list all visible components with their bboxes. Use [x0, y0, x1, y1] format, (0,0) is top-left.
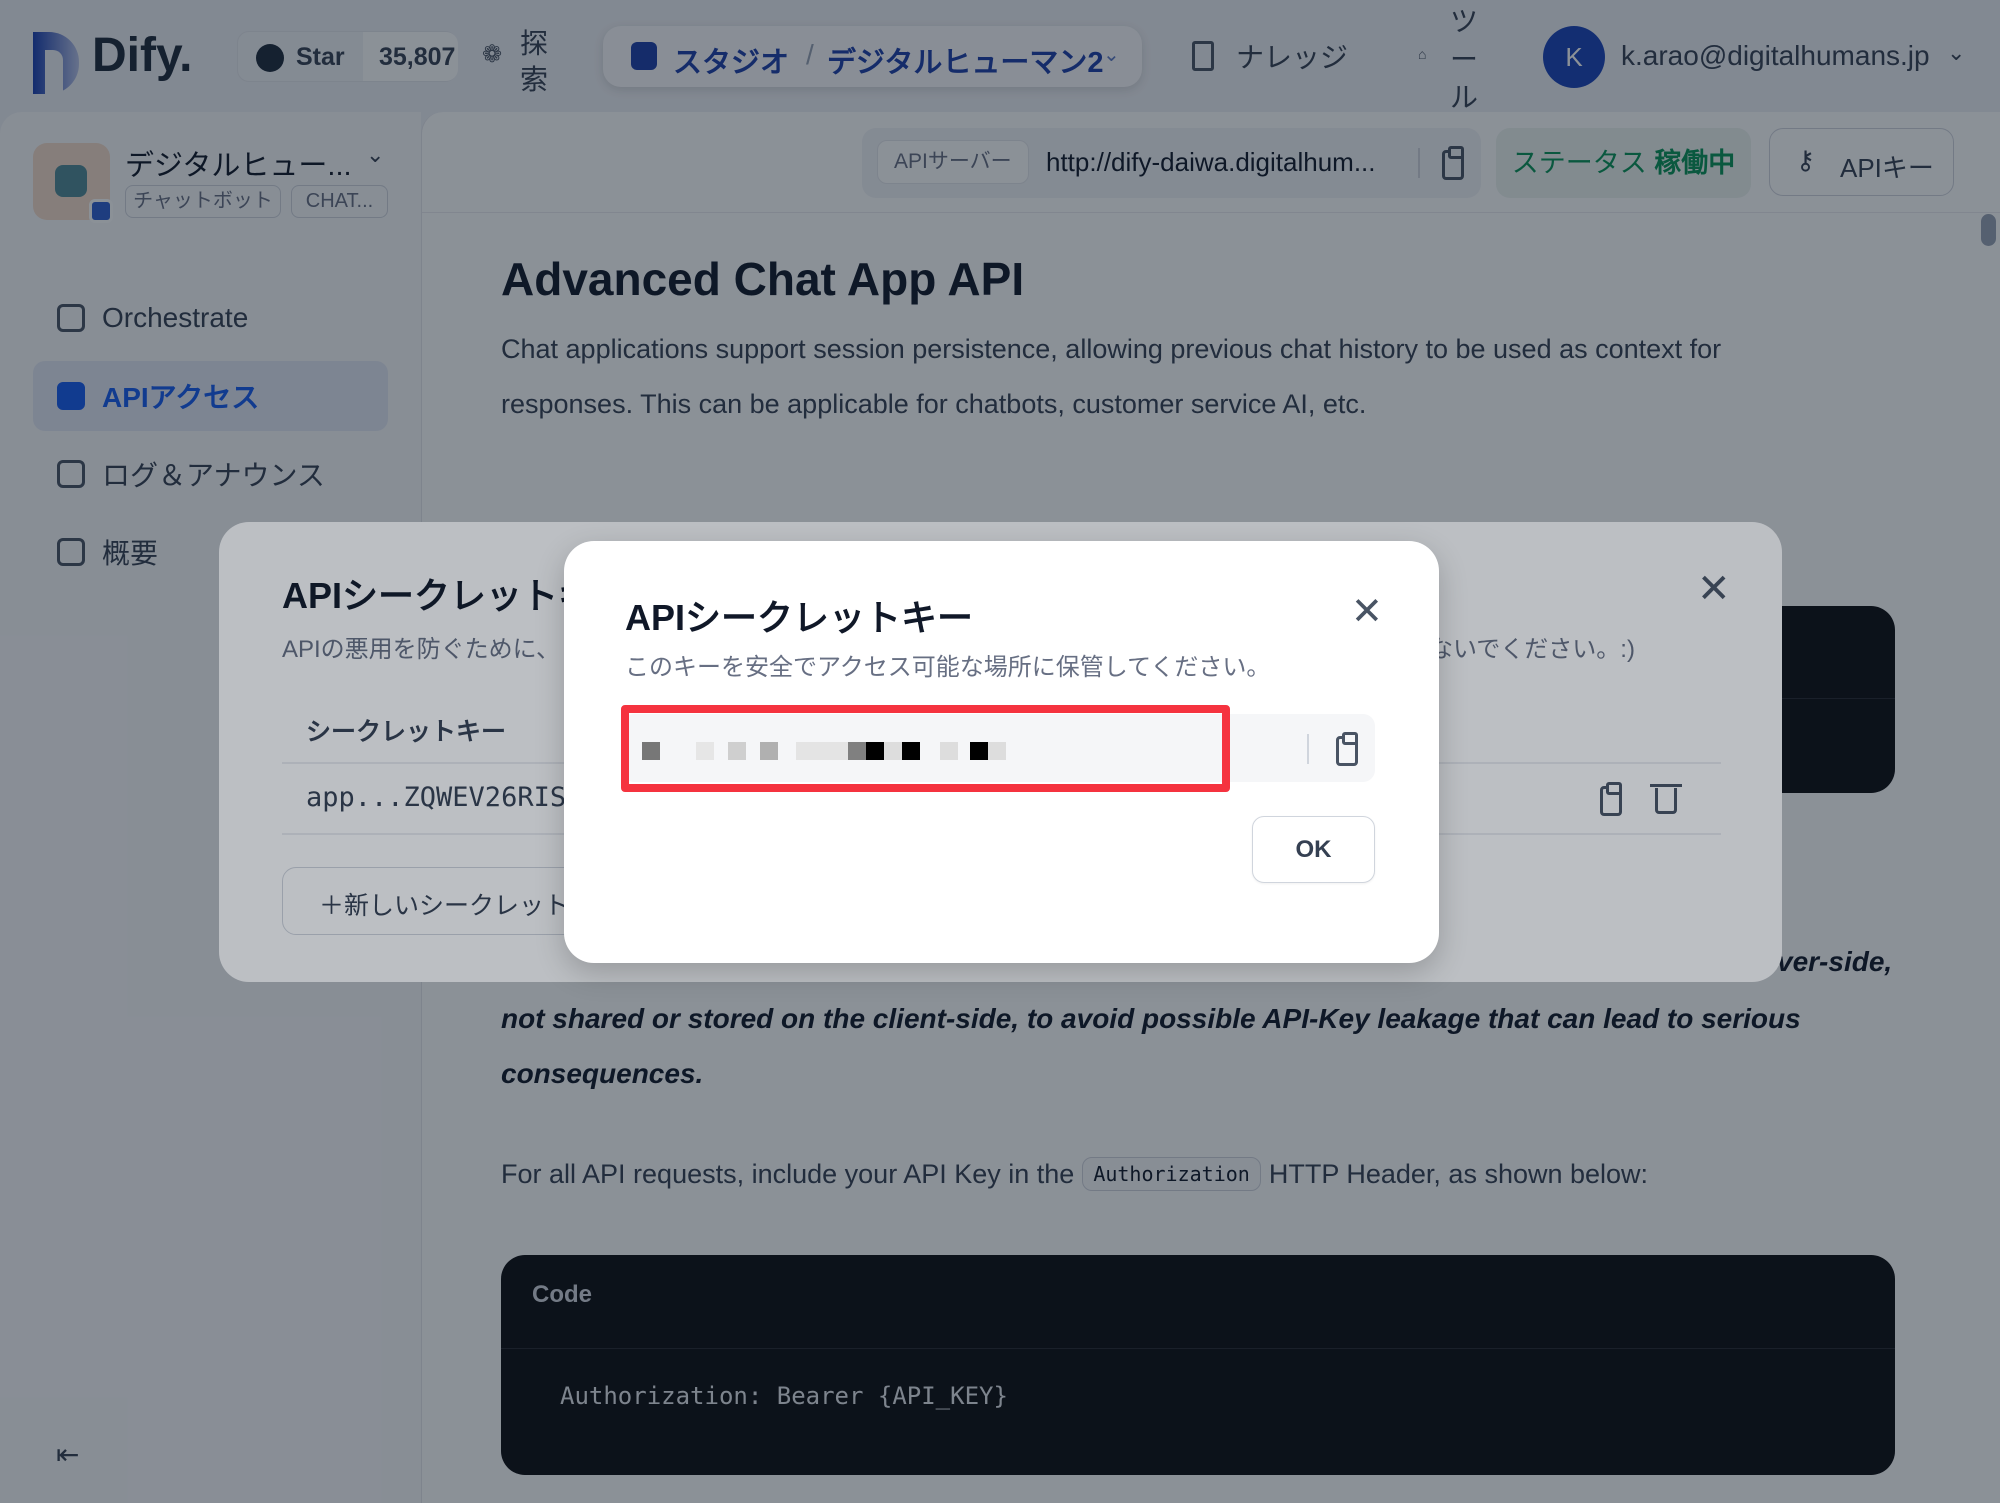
key-highlight-box — [621, 705, 1230, 792]
copy-icon[interactable] — [1336, 732, 1358, 766]
modal-title: APIシークレットキー — [625, 597, 974, 638]
close-icon[interactable]: ✕ — [1351, 589, 1383, 634]
secret-key-created-modal: APIシークレットキー ✕ このキーを安全でアクセス可能な場所に保管してください… — [564, 541, 1439, 963]
ok-button[interactable]: OK — [1252, 816, 1375, 883]
